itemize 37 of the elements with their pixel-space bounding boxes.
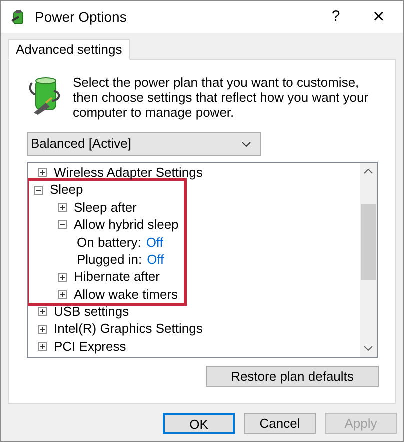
chevron-down-icon (242, 142, 251, 146)
tree-item[interactable]: Intel(R) Graphics Settings (54, 319, 203, 339)
power-plan-dropdown[interactable]: Balanced [Active] (27, 132, 261, 156)
expand-icon[interactable] (58, 272, 67, 282)
setting-label: On battery: (77, 234, 142, 252)
intro-text: Select the power plan that you want to customise, then choose settings that reflect how you want your computer to manage power. (73, 74, 370, 120)
setting-value[interactable]: Off (146, 232, 164, 252)
tree-item[interactable]: Allow hybrid sleep (74, 215, 179, 235)
tab[interactable]: Advanced settings (8, 39, 130, 60)
battery-plug-icon (28, 75, 62, 115)
scrollbar[interactable] (360, 163, 377, 357)
collapse-icon[interactable] (34, 186, 43, 195)
dialog-button[interactable]: OK (163, 413, 235, 434)
help-button[interactable]: ? (316, 1, 356, 33)
scrollbar-thumb[interactable] (361, 204, 376, 280)
tree-item[interactable]: Wireless Adapter Settings (54, 163, 203, 182)
tree-item[interactable]: USB settings (54, 302, 130, 322)
scroll-up-icon[interactable] (364, 169, 373, 174)
tree-item[interactable]: Sleep after (74, 198, 137, 218)
setting-value[interactable]: Off (147, 250, 164, 270)
restore-defaults-button[interactable]: Restore plan defaults (206, 366, 379, 387)
tree-item[interactable]: Hibernate after (74, 267, 160, 287)
tree-item[interactable]: PCI Express (54, 336, 126, 356)
dialog-button[interactable]: Cancel (244, 413, 316, 434)
expand-icon[interactable] (58, 202, 67, 212)
scroll-down-icon[interactable] (364, 346, 373, 351)
expand-icon[interactable] (58, 290, 67, 299)
tree-item[interactable]: Sleep (50, 180, 84, 200)
expand-icon[interactable] (38, 168, 47, 178)
expand-icon[interactable] (38, 342, 47, 352)
collapse-icon[interactable] (58, 220, 67, 230)
tree-item[interactable]: Allow wake timers (74, 284, 178, 304)
expand-icon[interactable] (38, 307, 47, 316)
close-button[interactable]: × (356, 1, 402, 33)
window-title: Power Options (35, 8, 127, 27)
setting-label: Plugged in: (77, 250, 142, 269)
expand-icon[interactable] (38, 324, 47, 334)
